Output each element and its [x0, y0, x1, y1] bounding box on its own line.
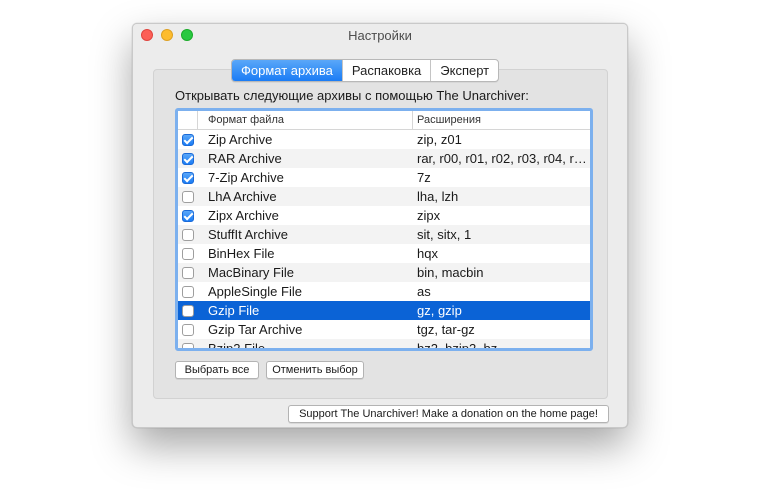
row-checkbox-cell — [178, 228, 198, 241]
table-row[interactable]: LhA Archive lha, lzh — [178, 187, 590, 206]
format-extensions: sit, sitx, 1 — [417, 227, 472, 242]
tab-expert[interactable]: Эксперт — [430, 60, 498, 81]
header-format-column[interactable]: Формат файла — [198, 111, 413, 129]
format-extensions: as — [417, 284, 431, 299]
row-checkbox-cell — [178, 152, 198, 165]
table-row[interactable]: MacBinary File bin, macbin — [178, 263, 590, 282]
format-enabled-checkbox[interactable] — [182, 304, 194, 317]
header-checkbox-column[interactable] — [178, 111, 198, 129]
format-enabled-checkbox[interactable] — [182, 228, 194, 241]
format-extensions: tgz, tar-gz — [417, 322, 475, 337]
format-name: AppleSingle File — [208, 284, 302, 299]
row-checkbox-cell — [178, 285, 198, 298]
row-checkbox-cell — [178, 247, 198, 260]
format-enabled-checkbox[interactable] — [182, 133, 194, 146]
format-enabled-checkbox[interactable] — [182, 209, 194, 222]
format-enabled-checkbox[interactable] — [182, 152, 194, 165]
format-extensions: 7z — [417, 170, 431, 185]
format-enabled-checkbox[interactable] — [182, 266, 194, 279]
format-name: 7-Zip Archive — [208, 170, 284, 185]
format-name: Zip Archive — [208, 132, 273, 147]
format-enabled-checkbox[interactable] — [182, 342, 194, 348]
format-extensions: lha, lzh — [417, 189, 459, 204]
row-checkbox-cell — [178, 342, 198, 348]
preferences-window: Настройки Формат архива Распаковка Экспе… — [132, 23, 628, 428]
titlebar[interactable]: Настройки — [133, 24, 627, 46]
format-name: Gzip File — [208, 303, 260, 318]
format-extensions: bz2, bzip2, bz — [417, 341, 498, 351]
archives-prompt-label: Открывать следующие архивы с помощью The… — [175, 88, 529, 103]
format-extensions: zip, z01 — [417, 132, 462, 147]
row-checkbox-cell — [178, 190, 198, 203]
table-row[interactable]: Gzip Tar Archive tgz, tar-gz — [178, 320, 590, 339]
format-extensions: bin, macbin — [417, 265, 484, 280]
format-name: StuffIt Archive — [208, 227, 288, 242]
format-name: RAR Archive — [208, 151, 282, 166]
format-enabled-checkbox[interactable] — [182, 323, 194, 336]
format-name: LhA Archive — [208, 189, 277, 204]
table-row[interactable]: BinHex File hqx — [178, 244, 590, 263]
tab-extraction[interactable]: Распаковка — [341, 60, 430, 81]
table-row[interactable]: Gzip File gz, gzip — [178, 301, 590, 320]
table-row[interactable]: AppleSingle File as — [178, 282, 590, 301]
format-name: BinHex File — [208, 246, 275, 261]
format-name: Zipx Archive — [208, 208, 279, 223]
row-checkbox-cell — [178, 209, 198, 222]
tab-bar: Формат архива Распаковка Эксперт — [231, 59, 500, 82]
format-name: Bzip2 File — [208, 341, 266, 351]
format-extensions: hqx — [417, 246, 438, 261]
window-title: Настройки — [348, 28, 412, 43]
table-body: Zip Archive zip, z01 RAR Archive rar, r00, … — [178, 130, 590, 351]
row-checkbox-cell — [178, 323, 198, 336]
formats-table[interactable]: Формат файла Расширения Zip Archive zip, … — [175, 108, 593, 351]
support-donation-button[interactable]: Support The Unarchiver! Make a donation … — [288, 405, 609, 423]
table-row[interactable]: RAR Archive rar, r00, r01, r02, r03, r04,… — [178, 149, 590, 168]
format-name: Gzip Tar Archive — [208, 322, 303, 337]
row-checkbox-cell — [178, 171, 198, 184]
row-checkbox-cell — [178, 266, 198, 279]
format-extensions: zipx — [417, 208, 441, 223]
format-extensions: gz, gzip — [417, 303, 462, 318]
table-row[interactable]: 7-Zip Archive 7z — [178, 168, 590, 187]
table-row[interactable]: StuffIt Archive sit, sitx, 1 — [178, 225, 590, 244]
tab-archive-format[interactable]: Формат архива — [232, 60, 342, 81]
table-row[interactable]: Zip Archive zip, z01 — [178, 130, 590, 149]
format-name: MacBinary File — [208, 265, 294, 280]
table-row[interactable]: Bzip2 File bz2, bzip2, bz — [178, 339, 590, 351]
format-enabled-checkbox[interactable] — [182, 171, 194, 184]
row-checkbox-cell — [178, 304, 198, 317]
table-header: Формат файла Расширения — [178, 111, 590, 130]
header-extensions-column[interactable]: Расширения — [413, 111, 590, 129]
row-checkbox-cell — [178, 133, 198, 146]
format-enabled-checkbox[interactable] — [182, 285, 194, 298]
format-enabled-checkbox[interactable] — [182, 247, 194, 260]
format-enabled-checkbox[interactable] — [182, 190, 194, 203]
select-all-button[interactable]: Выбрать все — [175, 361, 259, 379]
format-extensions: rar, r00, r01, r02, r03, r04, r0… — [417, 151, 590, 166]
table-row[interactable]: Zipx Archive zipx — [178, 206, 590, 225]
deselect-all-button[interactable]: Отменить выбор — [266, 361, 364, 379]
